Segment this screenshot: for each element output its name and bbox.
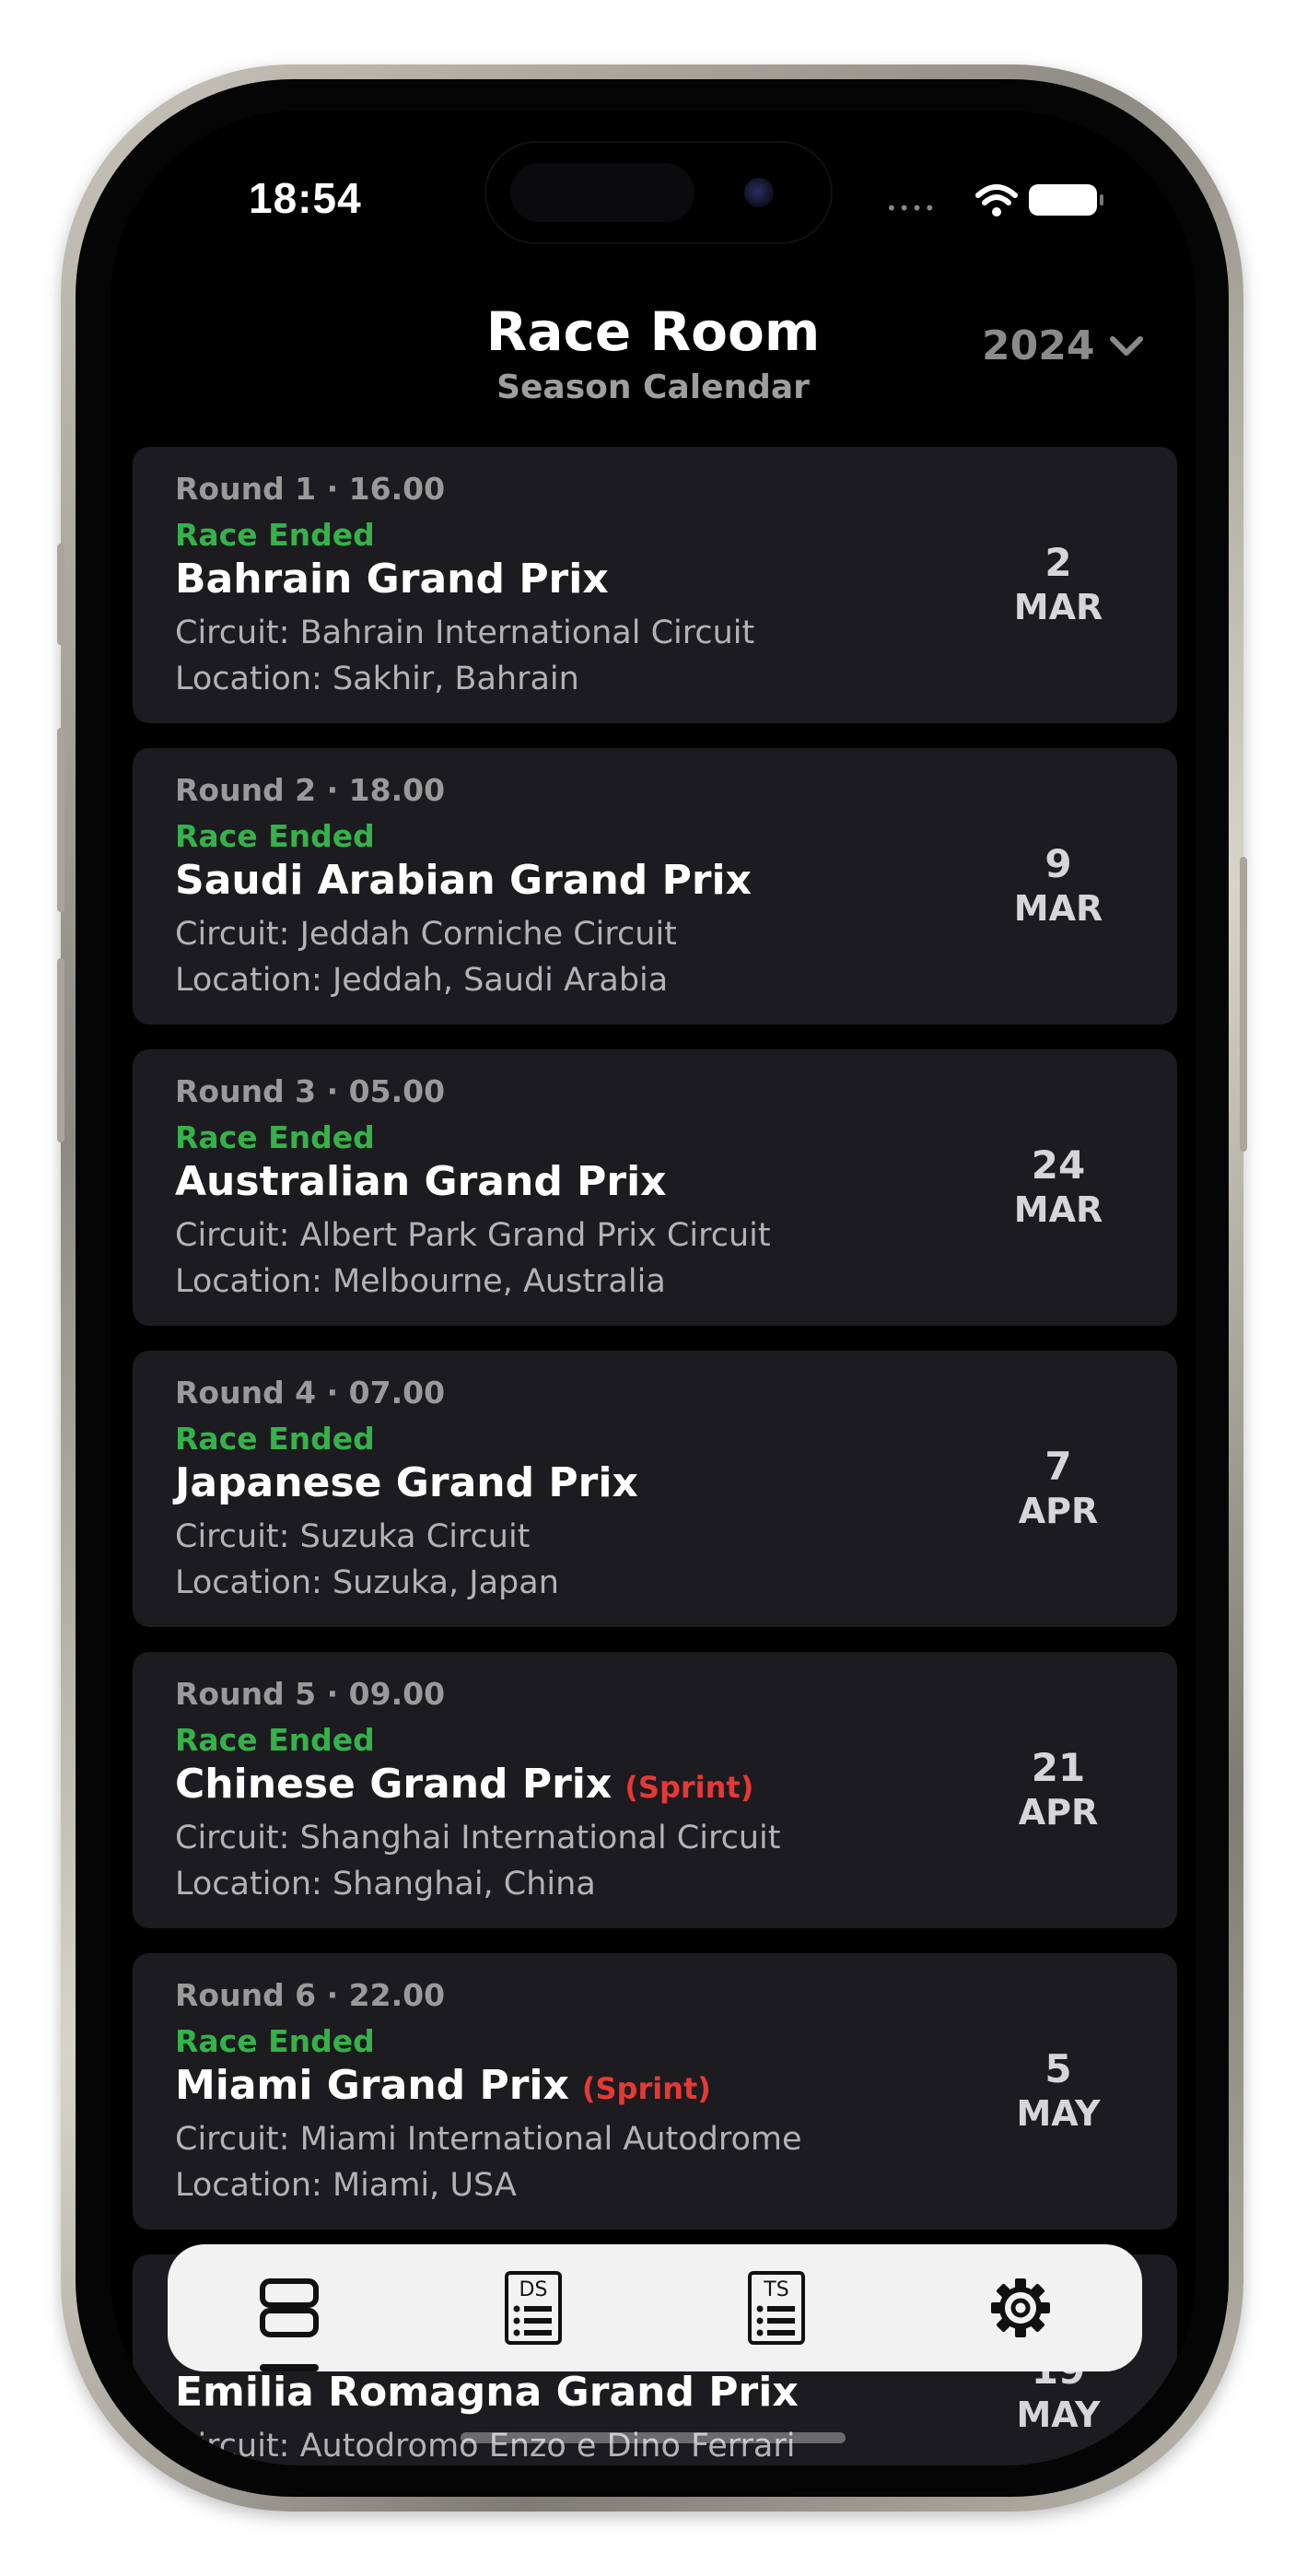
race-name-text: Emilia Romagna Grand Prix <box>175 2369 799 2416</box>
race-date: 21 APR <box>989 1746 1127 1834</box>
race-date: 9 MAR <box>989 842 1127 931</box>
volume-up-button <box>57 728 64 912</box>
race-circuit: Circuit: Miami International Autodrome <box>175 2121 802 2158</box>
race-name: Miami Grand Prix (Sprint) <box>175 2062 711 2109</box>
race-status: Race Ended <box>175 1722 375 1758</box>
power-button <box>1240 857 1247 1152</box>
race-date: 2 MAR <box>989 541 1127 629</box>
race-month: MAR <box>1013 1189 1103 1230</box>
race-status: Race Ended <box>175 2023 375 2059</box>
race-status: Race Ended <box>175 517 375 553</box>
race-status: Race Ended <box>175 1119 375 1155</box>
race-month: APR <box>1018 1491 1099 1531</box>
race-name-text: Miami Grand Prix <box>175 2062 569 2109</box>
race-date: 7 APR <box>989 1445 1127 1533</box>
race-location: Location: Miami, USA <box>175 2167 517 2204</box>
driver-standings-label: DS <box>519 2278 547 2301</box>
race-date: 24 MAR <box>989 1143 1127 1232</box>
home-indicator <box>461 2432 846 2443</box>
camera-icon <box>744 178 774 207</box>
race-round: Round 5 · 09.00 <box>175 1676 446 1712</box>
race-circuit: Circuit: Shanghai International Circuit <box>175 1820 781 1856</box>
calendar-list-icon <box>260 2278 320 2337</box>
race-day: 2 <box>1044 540 1072 585</box>
race-month: APR <box>1018 1792 1099 1832</box>
race-name-text: Chinese Grand Prix <box>175 1761 613 1808</box>
race-card[interactable]: Round 1 · 16.00 Race Ended Bahrain Grand… <box>133 447 1177 723</box>
race-name: Saudi Arabian Grand Prix <box>175 857 752 904</box>
gear-icon <box>990 2278 1050 2337</box>
driver-standings-icon: DS <box>504 2271 562 2345</box>
battery-icon <box>1029 184 1103 216</box>
race-location: Location: Suzuka, Japan <box>175 1564 559 1601</box>
status-time: 18:54 <box>249 174 362 222</box>
race-day: 24 <box>1031 1142 1086 1188</box>
tab-calendar[interactable] <box>220 2257 358 2371</box>
race-month: MAR <box>1013 587 1103 627</box>
action-button <box>57 544 64 645</box>
race-name-text: Australian Grand Prix <box>175 1158 667 1205</box>
race-name-text: Bahrain Grand Prix <box>175 556 609 603</box>
page-subtitle: Season Calendar <box>496 369 810 406</box>
chevron-down-icon <box>1110 335 1144 356</box>
race-circuit: Circuit: Suzuka Circuit <box>175 1518 531 1555</box>
race-circuit: Circuit: Bahrain International Circuit <box>175 615 755 651</box>
race-round: Round 3 · 05.00 <box>175 1073 446 1109</box>
race-day: 9 <box>1044 841 1072 886</box>
race-month: MAY <box>1016 2395 1101 2435</box>
race-month: MAR <box>1013 888 1103 929</box>
tab-team-standings[interactable]: TS <box>707 2257 846 2359</box>
race-month: MAY <box>1016 2093 1101 2134</box>
race-location: Location: Melbourne, Australia <box>175 1263 666 1300</box>
race-card[interactable]: Round 2 · 18.00 Race Ended Saudi Arabian… <box>133 748 1177 1025</box>
race-name: Australian Grand Prix <box>175 1158 667 1205</box>
race-round: Round 6 · 22.00 <box>175 1977 446 2013</box>
race-round: Round 1 · 16.00 <box>175 471 446 507</box>
screen: 18:54 •••• Race Room Season Calendar 202… <box>111 111 1196 2465</box>
race-name-text: Japanese Grand Prix <box>175 1459 638 1506</box>
race-location: Location: Shanghai, China <box>175 1866 596 1903</box>
race-location: Location: Sakhir, Bahrain <box>175 661 579 697</box>
race-name: Japanese Grand Prix <box>175 1459 638 1506</box>
race-day: 5 <box>1044 2046 1072 2091</box>
race-name: Bahrain Grand Prix <box>175 556 609 603</box>
tab-bar: DS TS <box>168 2244 1142 2371</box>
race-name: Chinese Grand Prix (Sprint) <box>175 1761 753 1808</box>
race-card[interactable]: Round 4 · 07.00 Race Ended Japanese Gran… <box>133 1351 1177 1627</box>
sprint-badge: (Sprint) <box>581 2071 711 2106</box>
race-name: Emilia Romagna Grand Prix <box>175 2369 799 2416</box>
status-indicators: •••• <box>886 181 1103 221</box>
race-day: 21 <box>1031 1745 1086 1790</box>
wifi-icon <box>975 184 1018 217</box>
race-date: 5 MAY <box>989 2047 1127 2136</box>
signal-icon: •••• <box>886 197 938 219</box>
tab-settings[interactable] <box>951 2257 1090 2359</box>
race-circuit: Circuit: Jeddah Corniche Circuit <box>175 916 677 953</box>
race-name-text: Saudi Arabian Grand Prix <box>175 857 753 904</box>
race-round: Round 4 · 07.00 <box>175 1375 446 1411</box>
year-value: 2024 <box>982 322 1095 369</box>
sprint-badge: (Sprint) <box>624 1770 754 1805</box>
race-round: Round 2 · 18.00 <box>175 772 446 808</box>
race-circuit: Circuit: Albert Park Grand Prix Circuit <box>175 1217 771 1254</box>
tab-driver-standings[interactable]: DS <box>464 2257 602 2359</box>
race-card[interactable]: Round 6 · 22.00 Race Ended Miami Grand P… <box>133 1953 1177 2230</box>
race-day: 7 <box>1044 1444 1072 1489</box>
year-selector[interactable]: 2024 <box>982 322 1144 369</box>
race-card[interactable]: Round 5 · 09.00 Race Ended Chinese Grand… <box>133 1652 1177 1928</box>
team-standings-label: TS <box>764 2278 789 2301</box>
dynamic-island <box>484 141 833 244</box>
volume-down-button <box>57 958 64 1142</box>
race-card[interactable]: Round 3 · 05.00 Race Ended Australian Gr… <box>133 1049 1177 1326</box>
race-status: Race Ended <box>175 818 375 854</box>
team-standings-icon: TS <box>748 2271 806 2345</box>
race-status: Race Ended <box>175 1421 375 1457</box>
race-location: Location: Jeddah, Saudi Arabia <box>175 962 669 999</box>
